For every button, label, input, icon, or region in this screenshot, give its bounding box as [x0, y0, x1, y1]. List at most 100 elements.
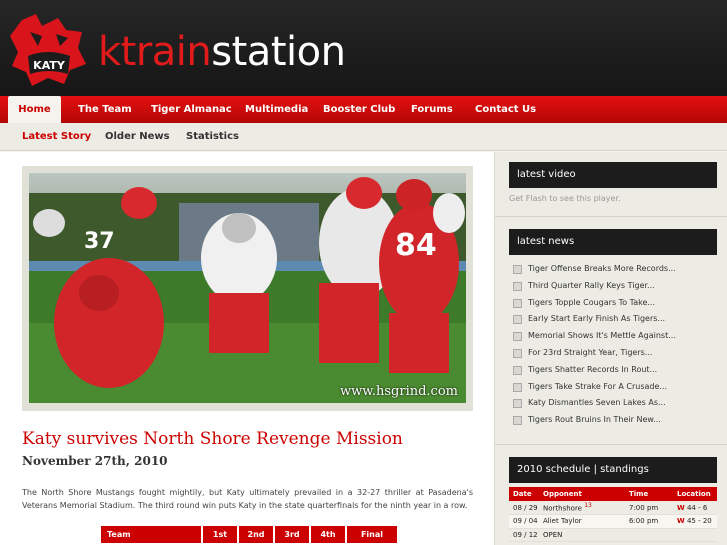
photo-credit: www.hsgrind.com [340, 384, 458, 399]
subnav-older-news[interactable]: Older News [105, 123, 170, 150]
opponent-rank: 13 [584, 502, 592, 510]
document-icon [513, 365, 522, 375]
schedule-row[interactable]: 09 / 12 OPEN [509, 528, 717, 542]
subnav-latest-story[interactable]: Latest Story [22, 123, 91, 150]
nav-tiger-almanac[interactable]: Tiger Almanac [151, 96, 232, 123]
logo-text: KATY [33, 59, 66, 72]
schedule-time: 6:00 pm [625, 514, 673, 529]
result-badge: W [677, 517, 685, 526]
document-icon [513, 382, 522, 392]
tiger-logo-icon[interactable]: KATY [8, 12, 88, 88]
document-icon [513, 348, 522, 358]
schedule-time: 7:00 pm [625, 501, 673, 515]
schedule-header-opponent: Opponent [539, 487, 625, 501]
document-icon [513, 298, 522, 308]
subnav-statistics[interactable]: Statistics [186, 123, 239, 150]
news-item-label: Tiger Offense Breaks More Records... [528, 264, 676, 273]
document-icon [513, 315, 522, 325]
document-icon [513, 265, 522, 274]
news-item[interactable]: Tiger Offense Breaks More Records... [513, 261, 718, 278]
featured-photo[interactable]: 37 84 www.hsgrind.com [29, 173, 466, 403]
news-item-label: Third Quarter Rally Keys Tiger... [528, 280, 655, 290]
site-title-white: station [211, 29, 346, 75]
schedule-date: 08 / 29 [509, 501, 539, 515]
news-item[interactable]: Tigers Topple Cougars To Take... [513, 295, 718, 312]
result-score: 44 - 6 [686, 503, 708, 512]
sidebar-divider [495, 216, 727, 217]
latest-video-title: latest video [509, 162, 717, 188]
score-header-4th: 4th [311, 526, 345, 543]
nav-forums[interactable]: Forums [411, 96, 453, 123]
schedule-date: 09 / 12 [509, 528, 539, 542]
schedule-result [673, 528, 717, 542]
flash-player-message[interactable]: Get Flash to see this player. [509, 194, 621, 203]
result-badge: W [677, 503, 685, 512]
score-table: Team 1st 2nd 3rd 4th Final [99, 526, 399, 543]
news-item-label: Early Start Early Finish As Tigers... [528, 314, 666, 324]
score-header-final: Final [347, 526, 397, 543]
result-score: 45 - 20 [686, 517, 712, 526]
nav-multimedia[interactable]: Multimedia [245, 96, 308, 123]
document-icon [513, 399, 522, 409]
article-body: The North Shore Mustangs fought mightily… [22, 488, 473, 510]
featured-photo-frame: 37 84 www.hsgrind.com [22, 166, 473, 411]
news-item[interactable]: For 23rd Straight Year, Tigers... [513, 345, 718, 362]
news-item[interactable]: Tigers Take Strake For A Crusade... [513, 379, 718, 396]
jersey-number-37: 37 [84, 229, 115, 254]
schedule-opponent: Aliet Taylor [539, 514, 625, 529]
main-nav: Home The Team Tiger Almanac Multimedia B… [0, 96, 727, 123]
news-item-label: For 23rd Straight Year, Tigers... [528, 347, 653, 357]
news-item[interactable]: Early Start Early Finish As Tigers... [513, 311, 718, 328]
nav-home[interactable]: Home [8, 96, 61, 123]
news-item-label: Tigers Topple Cougars To Take... [528, 297, 655, 307]
score-header-2nd: 2nd [239, 526, 273, 543]
news-item[interactable]: Katy Dismantles Seven Lakes As... [513, 395, 718, 412]
schedule-row[interactable]: 09 / 04 Aliet Taylor 6:00 pm W 45 - 20 [509, 514, 717, 529]
schedule-opponent-name: Aliet Taylor [543, 517, 582, 526]
schedule-opponent: Northshore 13 [539, 501, 625, 515]
schedule-time [625, 528, 673, 542]
document-icon [513, 416, 522, 426]
schedule-opponent: OPEN [539, 528, 625, 542]
article-headline[interactable]: Katy survives North Shore Revenge Missio… [22, 429, 403, 449]
schedule-result: W 44 - 6 [673, 501, 717, 515]
sidebar-divider [495, 444, 727, 445]
document-icon [513, 332, 522, 342]
schedule-title[interactable]: 2010 schedule | standings [509, 457, 717, 483]
latest-news-list: Tiger Offense Breaks More Records... Thi… [513, 261, 718, 429]
site-title-red: ktrain [98, 29, 212, 75]
score-header-1st: 1st [203, 526, 237, 543]
schedule-header-date: Date [509, 487, 539, 501]
site-header: KATY ktrainstation [0, 0, 727, 96]
nav-contact-us[interactable]: Contact Us [475, 96, 536, 123]
news-item-label: Katy Dismantles Seven Lakes As... [528, 398, 666, 408]
schedule-row[interactable]: 08 / 29 Northshore 13 7:00 pm W 44 - 6 [509, 501, 717, 515]
football-action-image: 37 84 [29, 173, 466, 403]
news-item[interactable]: Tigers Rout Bruins In Their New... [513, 412, 718, 429]
jersey-number-84: 84 [395, 228, 437, 263]
news-item-label: Tigers Rout Bruins In Their New... [528, 415, 661, 425]
schedule-result: W 45 - 20 [673, 514, 717, 529]
nav-booster-club[interactable]: Booster Club [323, 96, 395, 123]
news-item-label: Tigers Take Strake For A Crusade... [528, 381, 668, 391]
site-title[interactable]: ktrainstation [98, 26, 346, 78]
schedule-table: Date Opponent Time Location 08 / 29 Nort… [509, 487, 717, 542]
schedule-header-time: Time [625, 487, 673, 501]
latest-news-title: latest news [509, 229, 717, 255]
score-header-3rd: 3rd [275, 526, 309, 543]
news-item[interactable]: Memorial Shows It's Mettle Against... [513, 328, 718, 345]
schedule-opponent-name: Northshore [543, 504, 582, 513]
article-date: November 27th, 2010 [22, 454, 168, 468]
schedule-date: 09 / 04 [509, 514, 539, 529]
sidebar: latest video Get Flash to see this playe… [494, 152, 727, 545]
news-item-label: Memorial Shows It's Mettle Against... [528, 331, 676, 341]
news-item[interactable]: Tigers Shatter Records In Rout... [513, 362, 718, 379]
news-item-label: Tigers Shatter Records In Rout... [528, 364, 658, 374]
main-content: 37 84 www.hsgrind.com Katy survives Nort… [0, 152, 494, 545]
document-icon [513, 281, 522, 291]
score-header-team: Team [101, 526, 201, 543]
nav-the-team[interactable]: The Team [78, 96, 132, 123]
news-item[interactable]: Third Quarter Rally Keys Tiger... [513, 278, 718, 295]
schedule-header-location: Location [673, 487, 717, 501]
sub-nav: Latest Story Older News Statistics [0, 123, 727, 151]
